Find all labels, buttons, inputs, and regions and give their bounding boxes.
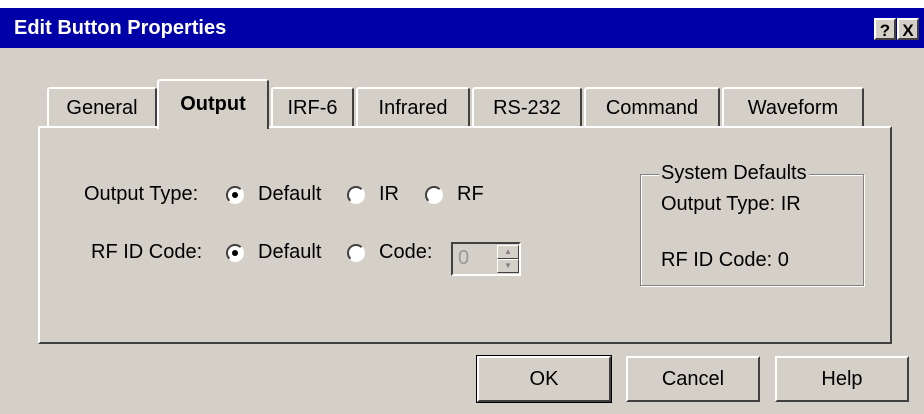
tab-command[interactable]: Command bbox=[584, 87, 720, 128]
tab-waveform[interactable]: Waveform bbox=[722, 87, 864, 128]
close-icon[interactable]: X bbox=[897, 18, 919, 40]
output-tab-panel bbox=[38, 126, 892, 344]
dialog-window: Edit Button Properties ? X General Outpu… bbox=[0, 8, 924, 414]
tab-rs-232[interactable]: RS-232 bbox=[472, 87, 582, 128]
title-bar: Edit Button Properties ? X bbox=[0, 8, 924, 48]
help-button[interactable]: Help bbox=[775, 356, 909, 402]
tab-output[interactable]: Output bbox=[157, 79, 269, 129]
help-icon[interactable]: ? bbox=[874, 18, 896, 40]
ok-button[interactable]: OK bbox=[476, 355, 612, 403]
tab-infrared[interactable]: Infrared bbox=[356, 87, 470, 128]
cancel-button[interactable]: Cancel bbox=[626, 356, 760, 402]
tab-general[interactable]: General bbox=[47, 87, 157, 128]
tab-irf-6[interactable]: IRF-6 bbox=[271, 87, 354, 128]
window-title: Edit Button Properties bbox=[14, 17, 227, 39]
